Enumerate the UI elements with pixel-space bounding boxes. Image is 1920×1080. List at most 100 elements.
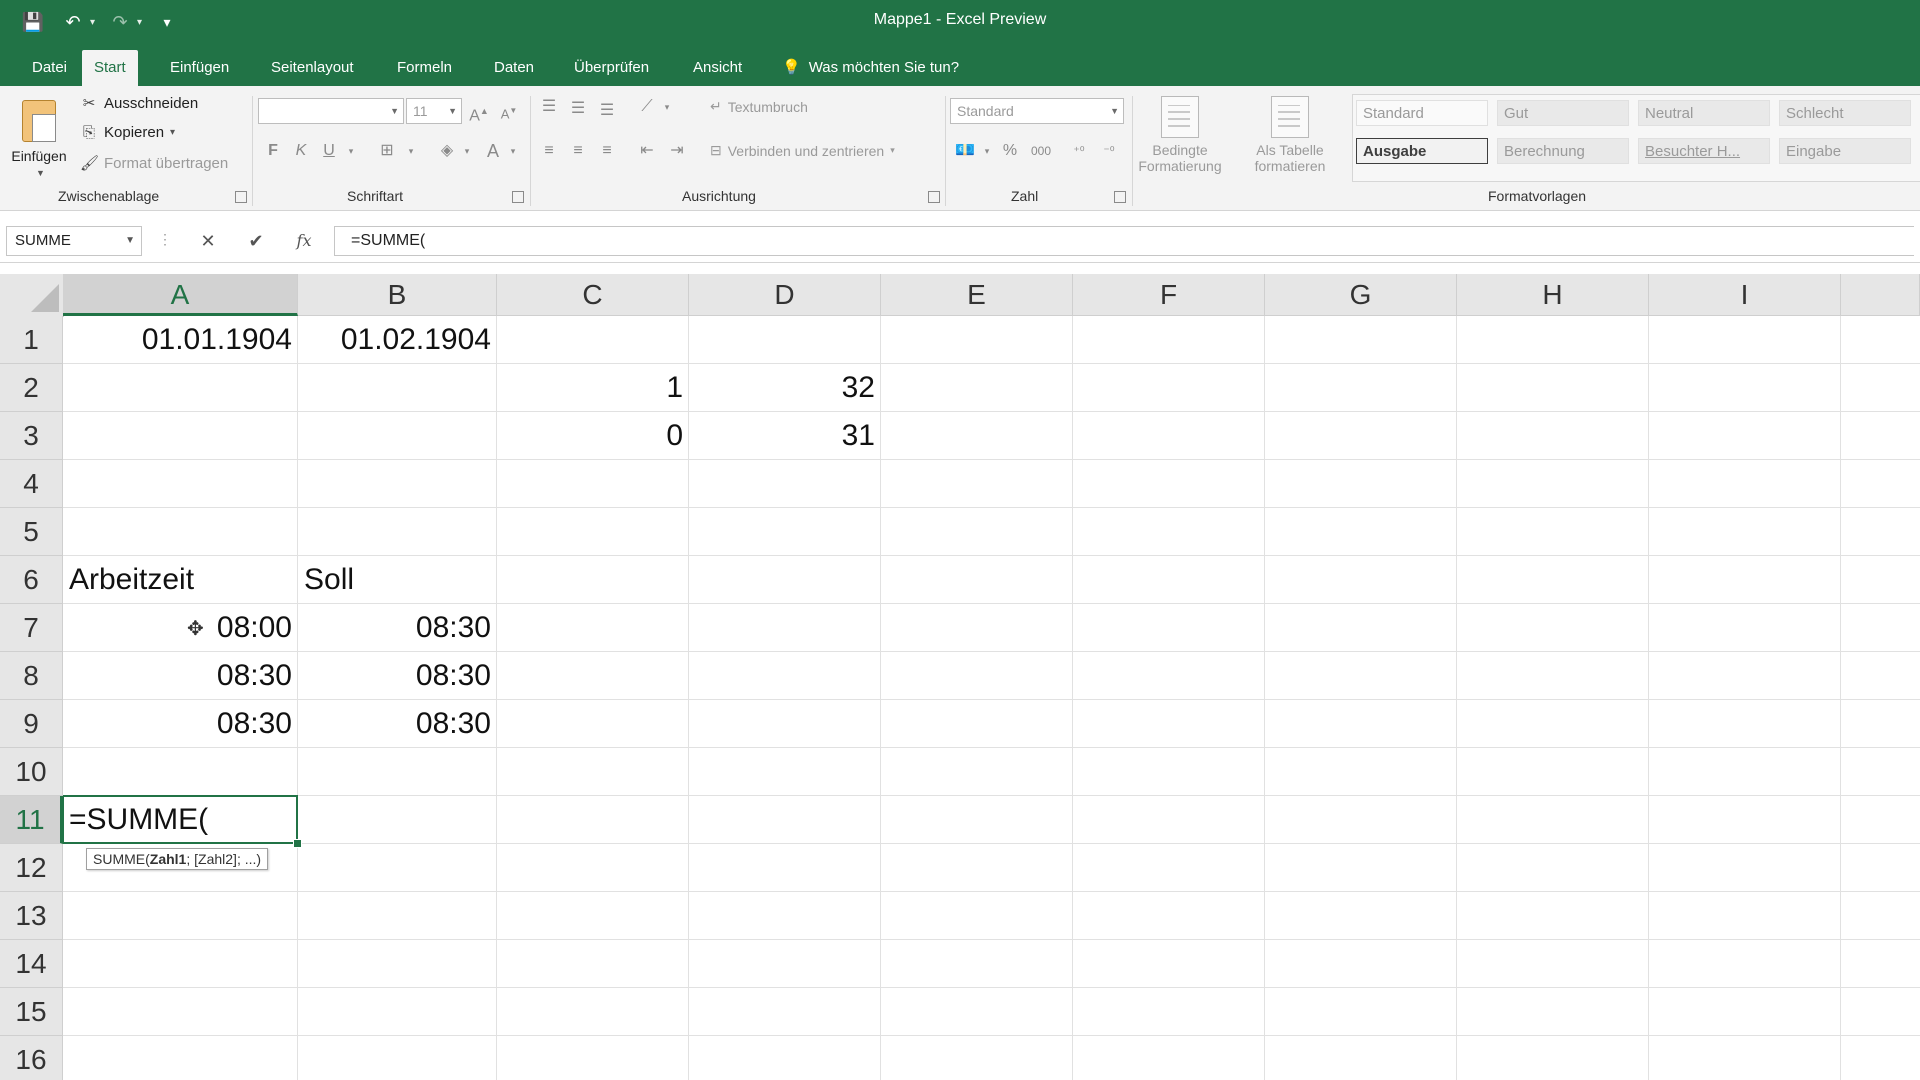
- increase-indent-icon[interactable]: ⇥: [666, 140, 688, 162]
- paste-dropdown-icon[interactable]: ▼: [36, 168, 45, 178]
- insert-function-icon[interactable]: fx: [289, 227, 319, 255]
- row-header-4[interactable]: 4: [0, 460, 63, 508]
- cell-b1[interactable]: 01.02.1904: [298, 316, 497, 364]
- cell-d2[interactable]: 32: [689, 364, 881, 412]
- clipboard-launcher-icon[interactable]: [235, 191, 247, 203]
- style-neutral[interactable]: Neutral: [1638, 100, 1770, 126]
- column-header-f[interactable]: F: [1073, 274, 1265, 316]
- cell-a7[interactable]: 08:00: [63, 604, 298, 652]
- underline-button[interactable]: U: [318, 140, 340, 162]
- style-standard[interactable]: Standard: [1356, 100, 1488, 126]
- italic-button[interactable]: K: [290, 140, 312, 162]
- row-header-16[interactable]: 16: [0, 1036, 63, 1080]
- select-all-button[interactable]: [0, 274, 64, 317]
- cell-area[interactable]: 01.01.1904 01.02.1904 1 32 0 31 Arbeitzeit Soll…: [63, 316, 1920, 1080]
- align-bottom-icon[interactable]: ☰: [596, 100, 618, 122]
- function-tooltip[interactable]: SUMME(Zahl1; [Zahl2]; ...): [86, 848, 269, 870]
- font-name-combo[interactable]: ▼: [258, 98, 404, 124]
- cell-d3[interactable]: 31: [689, 412, 881, 460]
- number-launcher-icon[interactable]: [1114, 191, 1126, 203]
- row-header-13[interactable]: 13: [0, 892, 63, 940]
- borders-icon[interactable]: ⊞: [376, 140, 398, 162]
- cell-b9[interactable]: 08:30: [298, 700, 497, 748]
- align-right-icon[interactable]: ≡: [596, 140, 618, 162]
- font-size-combo[interactable]: 11 ▼: [406, 98, 462, 124]
- cell-b7[interactable]: 08:30: [298, 604, 497, 652]
- row-header-12[interactable]: 12: [0, 844, 63, 892]
- formula-input[interactable]: =SUMME(: [334, 226, 1914, 256]
- font-color-dropdown-icon[interactable]: ▾: [502, 140, 524, 162]
- row-header-3[interactable]: 3: [0, 412, 63, 460]
- row-header-11[interactable]: 11: [0, 796, 63, 844]
- bold-button[interactable]: F: [262, 140, 284, 162]
- increase-decimal-icon[interactable]: ⁺⁰: [1068, 140, 1090, 162]
- shrink-font-icon[interactable]: A▼: [498, 100, 520, 122]
- tab-formeln[interactable]: Formeln: [385, 50, 464, 86]
- align-top-icon[interactable]: ☰: [538, 96, 560, 118]
- column-header-b[interactable]: B: [298, 274, 497, 316]
- tab-datei[interactable]: Datei: [20, 50, 79, 86]
- tab-daten[interactable]: Daten: [482, 50, 546, 86]
- tab-ansicht[interactable]: Ansicht: [681, 50, 754, 86]
- formula-bar-handle-icon[interactable]: ⋮: [158, 231, 172, 248]
- currency-dropdown-icon[interactable]: ▾: [976, 140, 998, 162]
- tab-seitenlayout[interactable]: Seitenlayout: [259, 50, 366, 86]
- grow-font-icon[interactable]: A▲: [468, 100, 490, 124]
- cell-c3[interactable]: 0: [497, 412, 689, 460]
- cell-a9[interactable]: 08:30: [63, 700, 298, 748]
- row-header-10[interactable]: 10: [0, 748, 63, 796]
- decrease-decimal-icon[interactable]: ⁻⁰: [1098, 140, 1120, 162]
- row-header-15[interactable]: 15: [0, 988, 63, 1036]
- tab-start[interactable]: Start: [82, 50, 138, 86]
- style-berechnung[interactable]: Berechnung: [1497, 138, 1629, 164]
- align-left-icon[interactable]: ≡: [538, 140, 560, 162]
- tab-ueberpruefen[interactable]: Überprüfen: [562, 50, 661, 86]
- row-header-1[interactable]: 1: [0, 316, 63, 364]
- copy-button[interactable]: ⎘ Kopieren ▾: [80, 124, 175, 141]
- style-besuchter-hyperlink[interactable]: Besuchter H...: [1638, 138, 1770, 164]
- font-color-button[interactable]: A: [482, 140, 504, 162]
- cut-button[interactable]: ✂ Ausschneiden: [80, 94, 199, 113]
- format-as-table-button[interactable]: Als Tabelle formatieren: [1246, 94, 1334, 188]
- currency-icon[interactable]: 💶: [954, 140, 976, 162]
- row-header-8[interactable]: 8: [0, 652, 63, 700]
- chevron-down-icon[interactable]: ▼: [125, 227, 135, 255]
- font-launcher-icon[interactable]: [512, 191, 524, 203]
- merge-center-button[interactable]: ⊟ Verbinden und zentrieren ▾: [710, 142, 895, 159]
- row-header-9[interactable]: 9: [0, 700, 63, 748]
- orientation-icon[interactable]: ⟋: [636, 96, 658, 118]
- column-header-c[interactable]: C: [497, 274, 689, 316]
- copy-dropdown-icon[interactable]: ▾: [170, 127, 175, 138]
- row-header-7[interactable]: 7: [0, 604, 63, 652]
- percent-button[interactable]: %: [999, 140, 1021, 162]
- orientation-dropdown-icon[interactable]: ▾: [656, 96, 678, 118]
- align-middle-icon[interactable]: ☰: [567, 98, 589, 120]
- paste-button[interactable]: Einfügen ▼: [8, 96, 70, 178]
- fill-color-dropdown-icon[interactable]: ▾: [456, 140, 478, 162]
- row-header-2[interactable]: 2: [0, 364, 63, 412]
- cell-b8[interactable]: 08:30: [298, 652, 497, 700]
- cell-a6[interactable]: Arbeitzeit: [63, 556, 298, 604]
- align-center-icon[interactable]: ≡: [567, 140, 589, 162]
- row-header-14[interactable]: 14: [0, 940, 63, 988]
- column-header-e[interactable]: E: [881, 274, 1073, 316]
- column-header-i[interactable]: I: [1649, 274, 1841, 316]
- column-header-a[interactable]: A: [63, 274, 298, 316]
- enter-check-icon[interactable]: ✔: [241, 227, 271, 255]
- row-header-5[interactable]: 5: [0, 508, 63, 556]
- style-eingabe[interactable]: Eingabe: [1779, 138, 1911, 164]
- underline-dropdown-icon[interactable]: ▾: [340, 140, 362, 162]
- cell-a11[interactable]: =SUMME(: [63, 796, 298, 844]
- borders-dropdown-icon[interactable]: ▾: [400, 140, 422, 162]
- name-box[interactable]: SUMME ▼: [6, 226, 142, 256]
- column-header-d[interactable]: D: [689, 274, 881, 316]
- cell-a1[interactable]: 01.01.1904: [63, 316, 298, 364]
- style-ausgabe[interactable]: Ausgabe: [1356, 138, 1488, 164]
- fill-color-icon[interactable]: ◈: [436, 140, 458, 162]
- decrease-indent-icon[interactable]: ⇤: [636, 140, 658, 162]
- cell-c2[interactable]: 1: [497, 364, 689, 412]
- merge-dropdown-icon[interactable]: ▾: [890, 145, 895, 156]
- wrap-text-button[interactable]: ↵ Textumbruch: [710, 98, 808, 115]
- tell-me-box[interactable]: 💡 Was möchten Sie tun?: [782, 50, 959, 86]
- conditional-formatting-button[interactable]: Bedingte Formatierung: [1136, 94, 1224, 188]
